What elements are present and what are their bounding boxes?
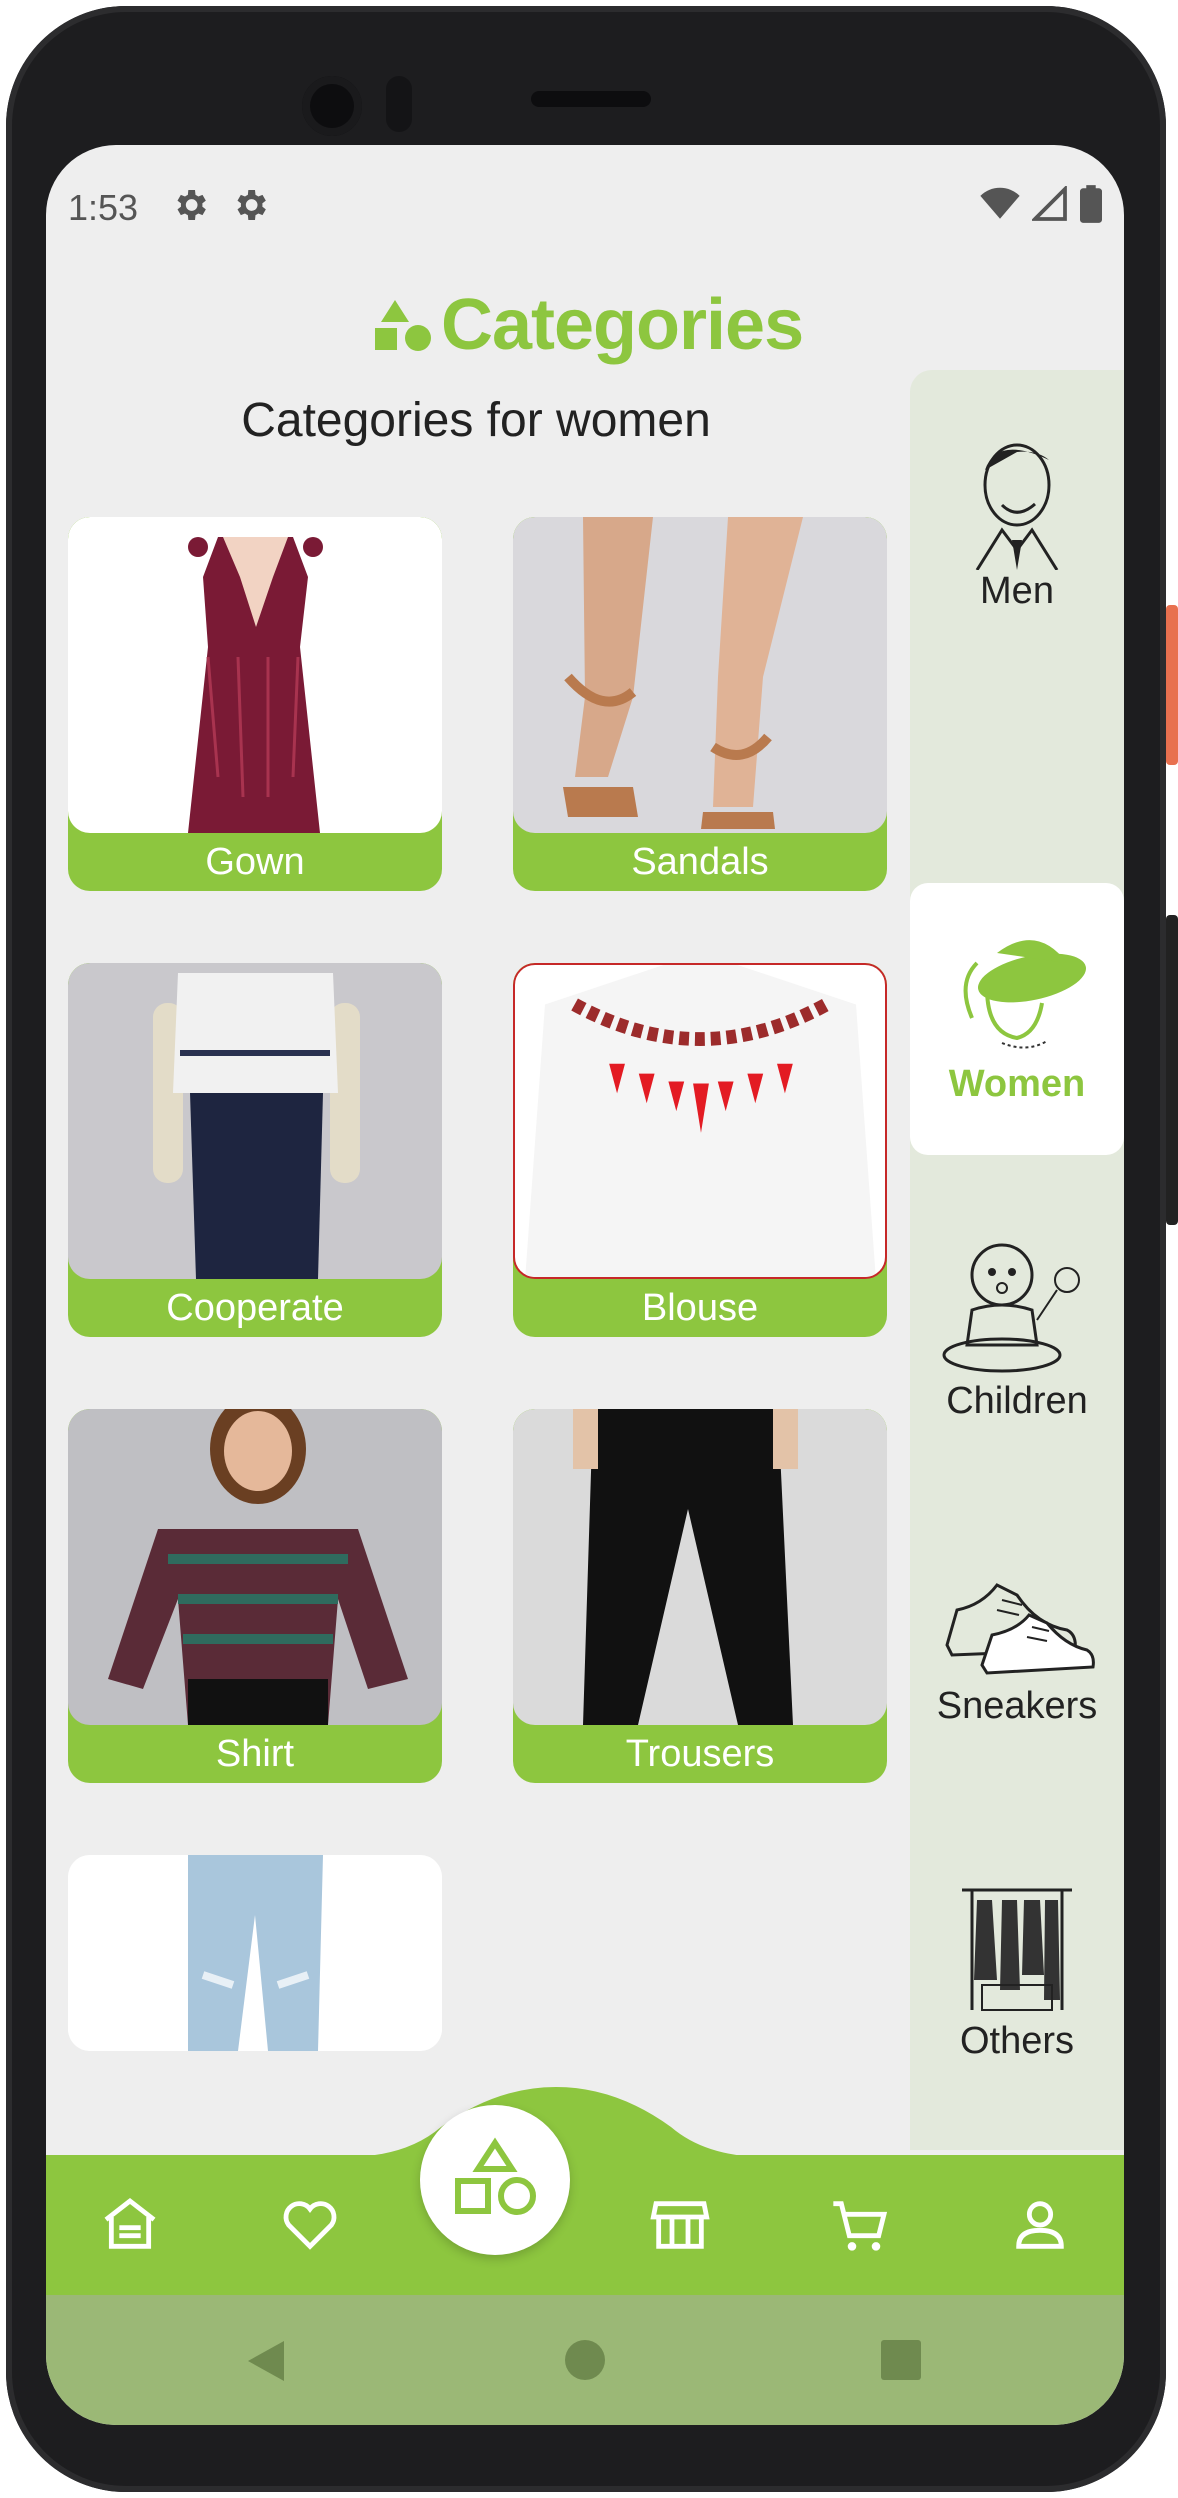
category-card-shirt[interactable]: Shirt [68,1409,442,1783]
page-title-text: Categories [441,285,804,365]
woman-hat-icon [963,940,1086,1049]
gown-image [68,517,442,833]
cart-icon[interactable] [828,2193,892,2257]
status-right-icons [980,185,1102,223]
jeans-image [68,1855,442,2051]
shapes-icon [455,2137,536,2215]
sidebar-item-label: Sneakers [936,1685,1098,1727]
settings-icon [237,190,266,220]
status-time: 1:53 [68,187,139,228]
sneakers-sketch-icon [945,1583,1095,1675]
category-card-blouse[interactable]: Blouse [513,963,887,1337]
page-title: Categories [373,285,804,365]
sidebar-item-others[interactable]: Others [910,1880,1124,2100]
sandals-image [513,517,887,833]
device-frame: 1:53 Categories Categories for women Gow… [0,0,1178,2498]
category-sidebar: Men Women Children Sneakers Others [910,370,1124,2150]
category-label: Trousers [625,1733,775,1775]
category-label: Cooperate [166,1287,344,1329]
nav-categories-button[interactable] [420,2105,570,2255]
category-card-gown[interactable]: Gown [68,517,442,891]
status-bar: 1:53 [46,185,1124,235]
sidebar-item-men[interactable]: Men [910,430,1124,660]
blouse-image [513,963,887,1279]
volume-button[interactable] [1166,915,1178,1225]
sidebar-item-label: Children [946,1380,1088,1422]
shirt-image [68,1409,442,1725]
front-camera [302,76,362,136]
sidebar-item-label: Women [948,1063,1086,1105]
baby-sketch-icon [942,1243,1080,1373]
wifi-icon [980,187,1020,219]
proximity-sensor [386,76,412,132]
power-button[interactable] [1166,605,1178,765]
sidebar-item-children[interactable]: Children [910,1230,1124,1470]
signal-icon [1032,186,1067,221]
sidebar-item-women[interactable]: Women [910,883,1124,1155]
category-card-sandals[interactable]: Sandals [513,517,887,891]
category-card-trousers[interactable]: Trousers [513,1409,887,1783]
store-icon[interactable] [648,2193,712,2257]
sidebar-item-label: Others [959,2020,1075,2062]
trousers-image [513,1409,887,1725]
recents-icon[interactable] [880,2339,922,2381]
man-sketch-icon [975,443,1059,570]
cooperate-image [68,963,442,1279]
category-card-cooperate[interactable]: Cooperate [68,963,442,1337]
heart-icon[interactable] [278,2193,342,2257]
home-icon[interactable] [98,2193,162,2257]
category-label: Shirt [215,1733,295,1775]
earpiece-speaker [531,91,651,107]
page-subtitle: Categories for women [241,394,711,447]
app-screen: 1:53 Categories Categories for women Gow… [46,145,1124,2425]
system-nav-bar [46,2295,1124,2425]
settings-icon [177,190,206,220]
sidebar-item-sneakers[interactable]: Sneakers [910,1555,1124,1775]
clothes-rack-icon [962,1888,1072,2011]
category-card-jeans[interactable] [68,1855,442,2051]
back-icon[interactable] [246,2339,286,2383]
category-label: Gown [205,841,305,883]
battery-icon [1080,185,1102,223]
category-label: Sandals [631,841,769,883]
category-label: Blouse [641,1287,759,1329]
sidebar-item-label: Men [980,570,1054,612]
home-circle-icon[interactable] [564,2339,606,2381]
shapes-logo-icon [375,300,431,351]
profile-icon[interactable] [1008,2193,1072,2257]
